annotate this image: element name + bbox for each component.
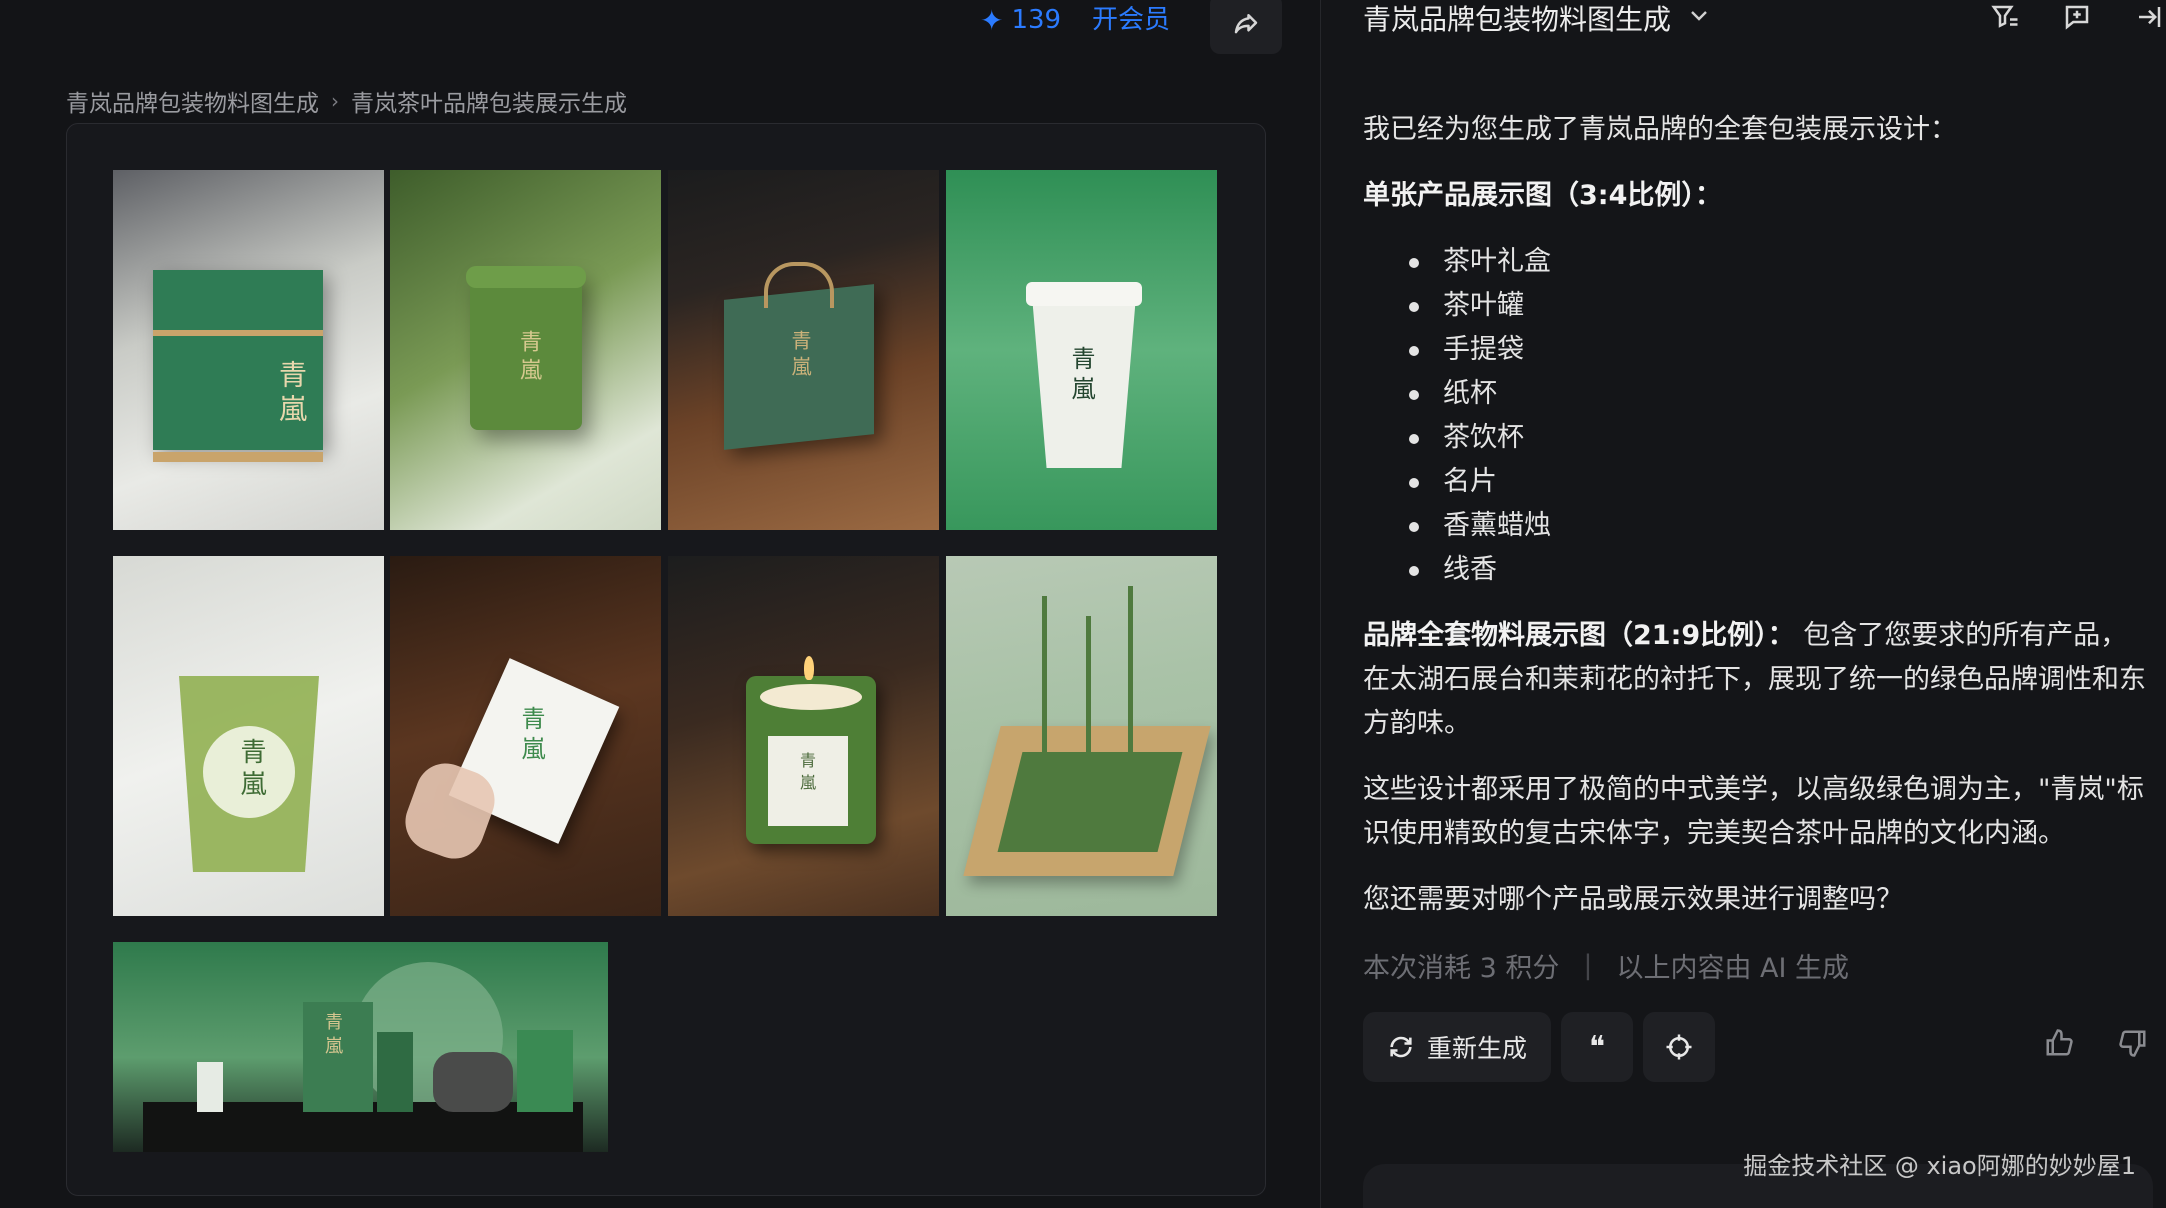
feedback <box>2044 1028 2148 1066</box>
tile-caption: 青嵐 <box>1067 346 1095 406</box>
quote-icon: ❝ <box>1588 1029 1606 1065</box>
ai-note: 以上内容由 AI 生成 <box>1616 953 1850 984</box>
credit-cost: 本次消耗 3 积分 <box>1363 953 1560 984</box>
single-image-heading: 单张产品展示图（3:4比例）： <box>1363 180 1722 211</box>
assistant-message: 我已经为您生成了青岚品牌的全套包装展示设计： 单张产品展示图（3:4比例）： 茶… <box>1363 108 2153 944</box>
gallery-image-candle[interactable]: 青嵐 <box>668 556 939 916</box>
quote-button[interactable]: ❝ <box>1561 1012 1634 1082</box>
thumbs-down-icon[interactable] <box>2118 1028 2148 1066</box>
tile-caption: 青嵐 <box>322 1012 343 1060</box>
tile-caption: 青嵐 <box>236 738 266 802</box>
chevron-down-icon <box>1687 3 1711 33</box>
list-item: 纸杯 <box>1409 372 2153 416</box>
list-item: 茶叶礼盒 <box>1409 240 2153 284</box>
sparkle-icon: ✦ <box>980 3 1004 37</box>
share-icon <box>1234 14 1258 34</box>
tile-caption: 青嵐 <box>516 330 541 386</box>
breadcrumb: 青岚品牌包装物料图生成 › 青岚茶叶品牌包装展示生成 <box>66 84 627 118</box>
list-item: 名片 <box>1409 460 2153 504</box>
message-actions: 重新生成 ❝ <box>1363 1012 1716 1082</box>
design-paragraph: 这些设计都采用了极简的中式美学，以高级绿色调为主，"青岚"标识使用精致的复古宋体… <box>1363 774 2144 849</box>
chat-title[interactable]: 青岚品牌包装物料图生成 <box>1363 0 1711 36</box>
gallery-image-business-card[interactable]: 青嵐 <box>390 556 661 916</box>
credits-counter[interactable]: ✦ 139 <box>980 2 1061 38</box>
message-meta: 本次消耗 3 积分 | 以上内容由 AI 生成 <box>1363 946 1849 985</box>
credits-value: 139 <box>1011 5 1062 35</box>
chat-panel: 青岚品牌包装物料图生成 我已经为您生成了青岚品牌的全套包装展示设计： 单张产品展… <box>1321 0 2166 1208</box>
list-item: 手提袋 <box>1409 328 2153 372</box>
gallery-image-gift-box[interactable]: 青嵐 <box>113 170 384 530</box>
share-button[interactable] <box>1210 0 1282 54</box>
breadcrumb-separator: › <box>331 89 339 113</box>
list-item: 茶叶罐 <box>1409 284 2153 328</box>
new-chat-icon[interactable] <box>2060 2 2094 39</box>
chat-title-text: 青岚品牌包装物料图生成 <box>1363 3 1672 36</box>
thumbs-up-icon[interactable] <box>2044 1028 2074 1066</box>
list-item: 茶饮杯 <box>1409 416 2153 460</box>
collapse-icon[interactable] <box>2132 2 2166 39</box>
tile-caption: 青嵐 <box>275 360 308 428</box>
gallery-image-paper-cup[interactable]: 青嵐 <box>946 170 1217 530</box>
tile-caption: 青嵐 <box>517 706 545 766</box>
gallery-image-brand-set[interactable]: 青嵐 <box>113 942 608 1152</box>
list-item: 线香 <box>1409 548 2153 592</box>
tile-caption: 青嵐 <box>788 330 812 382</box>
breadcrumb-parent[interactable]: 青岚品牌包装物料图生成 <box>66 84 319 118</box>
regenerate-label: 重新生成 <box>1427 1034 1528 1063</box>
gallery-image-tea-can[interactable]: 青嵐 <box>390 170 661 530</box>
list-item: 香薰蜡烛 <box>1409 504 2153 548</box>
tile-caption: 青嵐 <box>797 752 816 796</box>
breadcrumb-current: 青岚茶叶品牌包装展示生成 <box>351 91 627 117</box>
panel-toolbar <box>1988 2 2166 39</box>
full-set-heading: 品牌全套物料展示图（21:9比例）： <box>1363 620 1795 651</box>
watermark: 掘金技术社区 @ xiao阿娜的妙妙屋1 <box>1743 1152 2136 1180</box>
message-intro: 我已经为您生成了青岚品牌的全套包装展示设计： <box>1363 114 1957 145</box>
workspace-pane: ✦ 139 开会员 青岚品牌包装物料图生成 › 青岚茶叶品牌包装展示生成 青嵐 … <box>0 0 1320 1208</box>
follow-up-question: 您还需要对哪个产品或展示效果进行调整吗？ <box>1363 884 1903 915</box>
locate-button[interactable] <box>1643 1012 1716 1082</box>
meta-divider: | <box>1583 950 1593 981</box>
product-list: 茶叶礼盒 茶叶罐 手提袋 纸杯 茶饮杯 名片 香薰蜡烛 线香 <box>1409 240 2153 592</box>
crosshair-icon <box>1666 1034 1692 1060</box>
gallery-image-tote-bag[interactable]: 青嵐 <box>668 170 939 530</box>
filter-icon[interactable] <box>1988 2 2022 39</box>
image-gallery: 青嵐 青嵐 青嵐 青嵐 青嵐 青嵐 青嵐 青嵐 <box>66 123 1266 1196</box>
gallery-image-drink-cup[interactable]: 青嵐 <box>113 556 384 916</box>
vip-button[interactable]: 开会员 <box>1092 2 1170 38</box>
regenerate-button[interactable]: 重新生成 <box>1363 1012 1552 1082</box>
top-toolbar: ✦ 139 开会员 <box>0 0 1320 55</box>
refresh-icon <box>1390 1036 1412 1058</box>
full-set-paragraph: 品牌全套物料展示图（21:9比例）： 包含了您要求的所有产品，在太湖石展台和茉莉… <box>1363 614 2153 746</box>
gallery-image-incense[interactable] <box>946 556 1217 916</box>
